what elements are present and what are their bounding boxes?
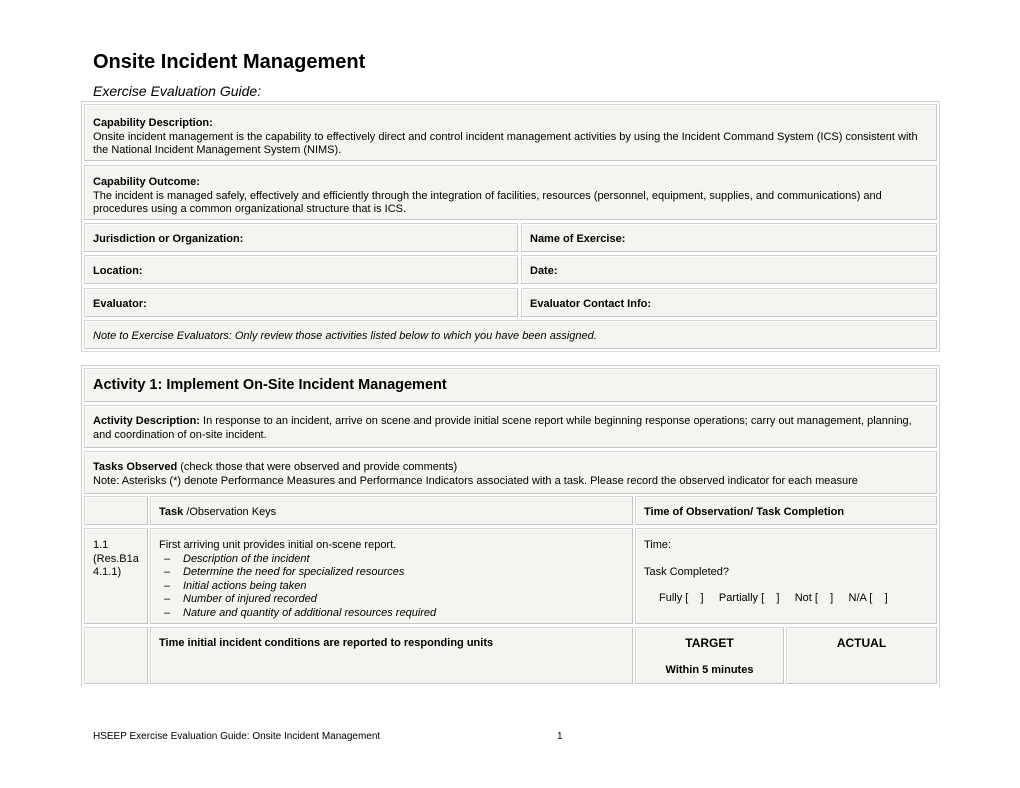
measure-text-cell: Time initial incident conditions are rep… <box>150 627 633 684</box>
time-header-label: Time of Observation/ Task Completion <box>644 506 845 518</box>
dash-bullet-icon: – <box>164 552 171 565</box>
option-fully[interactable]: Fully [ ] <box>659 592 704 604</box>
completion-options: Fully [ ] Partially [ ] Not [ ] N/A [ ] <box>644 592 928 606</box>
footer-text: HSEEP Exercise Evaluation Guide: Onsite … <box>93 731 381 742</box>
location-label: Location: <box>93 265 143 277</box>
observation-key: – Determine the need for specialized reso… <box>164 566 405 578</box>
exercise-name-field[interactable]: Name of Exercise: <box>521 223 937 252</box>
evaluator-note: Note to Exercise Evaluators: Only review… <box>84 320 937 349</box>
capability-description-label: Capability Description: <box>93 117 213 129</box>
task-header-cell: Task /Observation Keys <box>150 496 633 525</box>
tasks-observed-hint: (check those that were observed and prov… <box>177 461 458 473</box>
activity-table: Activity 1: Implement On-Site Incident M… <box>81 365 940 687</box>
activity-description-text: In response to an incident, arrive on sc… <box>93 415 912 441</box>
evaluator-field[interactable]: Evaluator: <box>84 288 518 317</box>
jurisdiction-field[interactable]: Jurisdiction or Organization: <box>84 223 518 252</box>
activity-description-cell: Activity Description: In response to an … <box>84 405 937 448</box>
task-id: 1.1 (Res.B1a 4.1.1) <box>93 539 139 578</box>
activity-title-cell: Activity 1: Implement On-Site Incident M… <box>84 368 937 402</box>
task-description: First arriving unit provides initial on-… <box>159 539 397 551</box>
page-title: Onsite Incident Management <box>93 51 366 73</box>
task-description-cell: First arriving unit provides initial on-… <box>150 528 633 624</box>
location-field[interactable]: Location: <box>84 255 518 284</box>
task-completion-cell: Time: Task Completed? Fully [ ] Partiall… <box>635 528 937 624</box>
observation-keys-list: – Description of the incident – Determine … <box>159 553 624 621</box>
observation-key: – Number of injured recorded <box>164 593 317 605</box>
task-id-cell: 1.1 (Res.B1a 4.1.1) <box>84 528 148 624</box>
option-not[interactable]: Not [ ] <box>795 592 834 604</box>
dash-bullet-icon: – <box>164 593 171 605</box>
date-label: Date: <box>530 265 558 277</box>
observation-key: – Nature and quantity of additional resou… <box>164 606 437 619</box>
jurisdiction-label: Jurisdiction or Organization: <box>93 233 244 245</box>
observation-key: – Description of the incident <box>164 552 310 565</box>
page-number: 1 <box>557 731 563 742</box>
exercise-name-label: Name of Exercise: <box>530 233 626 245</box>
date-field[interactable]: Date: <box>521 255 937 284</box>
observation-key: – Initial actions being taken <box>164 579 307 592</box>
capability-outcome-text: The incident is managed safely, effectiv… <box>93 189 882 216</box>
option-na[interactable]: N/A [ ] <box>849 592 888 604</box>
capability-outcome-label: Capability Outcome: <box>93 176 200 188</box>
dash-bullet-icon: – <box>164 566 171 578</box>
capability-outcome-cell: Capability Outcome: The incident is mana… <box>84 165 937 220</box>
measure-id-cell <box>84 627 148 684</box>
time-field[interactable]: Time: <box>644 539 928 553</box>
time-header-cell: Time of Observation/ Task Completion <box>635 496 937 525</box>
tasks-observed-cell: Tasks Observed (check those that were ob… <box>84 451 937 494</box>
target-cell: TARGET Within 5 minutes <box>635 627 784 684</box>
task-completed-label: Task Completed? <box>644 565 729 578</box>
dash-bullet-icon: – <box>164 579 171 592</box>
page-subtitle: Exercise Evaluation Guide: <box>93 83 262 99</box>
target-value: Within 5 minutes <box>665 663 754 676</box>
capability-description-cell: Capability Description: Onsite incident … <box>84 104 937 161</box>
evaluator-note-text: Note to Exercise Evaluators: Only review… <box>93 330 597 342</box>
evaluator-contact-field[interactable]: Evaluator Contact Info: <box>521 288 937 317</box>
target-label: TARGET <box>685 636 734 650</box>
actual-cell[interactable]: ACTUAL <box>786 627 937 684</box>
task-header-bold: Task <box>159 506 187 518</box>
evaluator-contact-label: Evaluator Contact Info: <box>530 298 652 310</box>
evaluator-label: Evaluator: <box>93 298 147 310</box>
capability-description-text: Onsite incident management is the capabi… <box>93 130 918 157</box>
activity-title: Activity 1: Implement On-Site Incident M… <box>93 377 447 393</box>
id-header-cell <box>84 496 148 525</box>
dash-bullet-icon: – <box>164 606 171 619</box>
task-header-rest: /Observation Keys <box>186 506 277 518</box>
tasks-observed-note: Note: Asterisks (*) denote Performance M… <box>93 474 858 487</box>
activity-description-label: Activity Description: <box>93 415 200 427</box>
option-partially[interactable]: Partially [ ] <box>719 592 780 604</box>
capability-table: Capability Description: Onsite incident … <box>81 101 940 352</box>
measure-text: Time initial incident conditions are rep… <box>159 637 494 649</box>
tasks-observed-label: Tasks Observed <box>93 461 178 473</box>
actual-label: ACTUAL <box>836 636 887 650</box>
